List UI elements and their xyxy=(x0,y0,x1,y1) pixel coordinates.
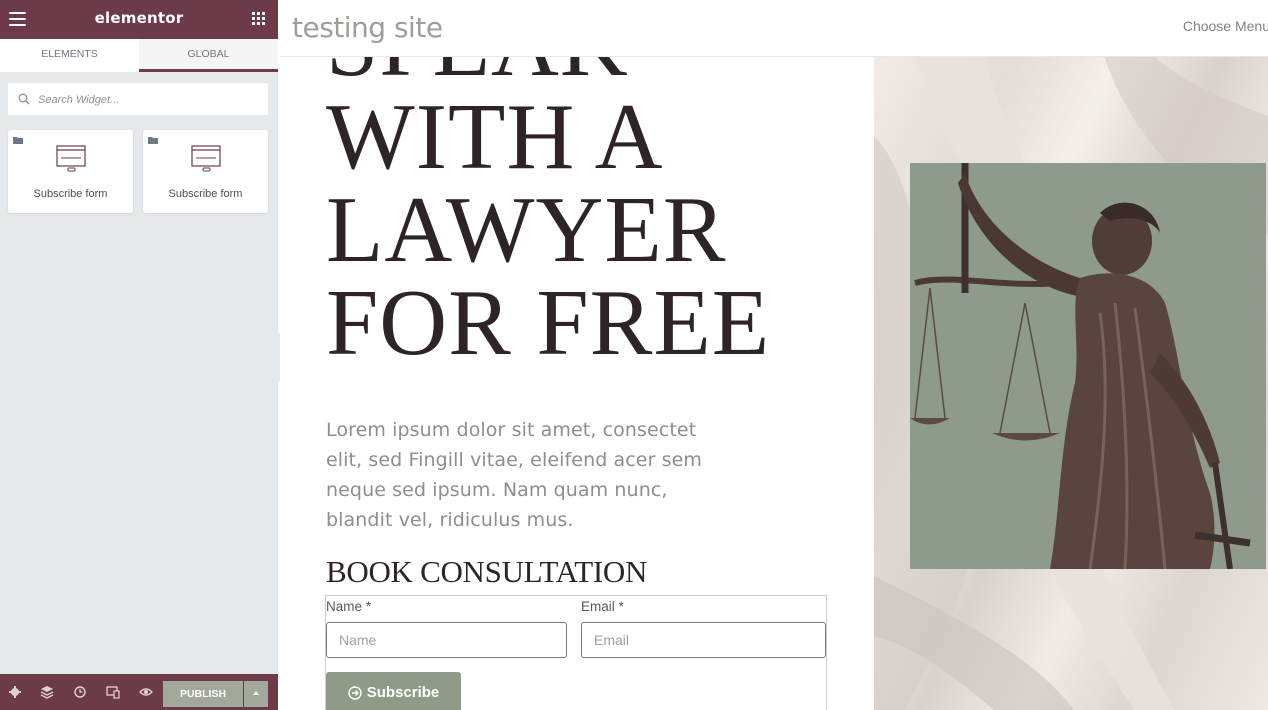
lady-justice-statue-image xyxy=(910,163,1266,569)
folder-icon xyxy=(13,137,23,144)
preview-icon[interactable] xyxy=(139,685,153,699)
search-icon xyxy=(18,93,30,105)
widget-label: Subscribe form xyxy=(168,188,243,200)
name-label: Name * xyxy=(326,599,371,614)
site-preview: testing site Choose Menu SPEAK WITH A LA… xyxy=(280,0,1268,710)
required-mark: * xyxy=(365,599,372,614)
form-icon xyxy=(56,145,86,172)
history-icon[interactable] xyxy=(73,685,87,699)
panel-footer: PUBLISH xyxy=(0,674,278,710)
responsive-icon[interactable] xyxy=(106,685,120,699)
tab-global[interactable]: GLOBAL xyxy=(139,39,278,72)
form-icon xyxy=(191,145,221,172)
email-field[interactable] xyxy=(581,622,826,658)
panel-tabs: ELEMENTS GLOBAL xyxy=(0,39,278,72)
elementor-logo: elementor xyxy=(94,9,184,27)
headline-line: LAWYER xyxy=(326,178,727,282)
choose-menu-link[interactable]: Choose Menu xyxy=(1183,18,1268,34)
folder-icon xyxy=(148,137,158,144)
site-title[interactable]: testing site xyxy=(292,11,443,44)
tab-elements[interactable]: ELEMENTS xyxy=(0,39,139,72)
editor-panel: elementor ELEMENTS GLOBAL Subscribe form xyxy=(0,0,278,710)
publish-button[interactable]: PUBLISH xyxy=(163,681,243,707)
widgets-grid-icon[interactable] xyxy=(252,12,265,25)
hero-image-area xyxy=(874,56,1268,710)
widget-search xyxy=(8,83,268,115)
hero-content: SPEAK WITH A LAWYER FOR FREE Lorem ipsum… xyxy=(280,0,874,710)
hero-body-text: Lorem ipsum dolor sit amet, consectet el… xyxy=(326,419,703,531)
name-field[interactable] xyxy=(326,622,567,658)
panel-header: elementor xyxy=(0,0,278,39)
widget-label: Subscribe form xyxy=(33,188,108,200)
name-label-text: Name xyxy=(326,599,363,614)
widget-subscribe-form[interactable]: Subscribe form xyxy=(143,130,268,213)
headline-line: WITH A xyxy=(326,85,664,189)
email-label: Email * xyxy=(581,599,624,614)
subscribe-label: Subscribe xyxy=(366,683,440,701)
publish-options-button[interactable] xyxy=(244,681,268,707)
book-consultation-heading: BOOK CONSULTATION xyxy=(326,554,648,589)
headline-line: FOR FREE xyxy=(326,271,771,375)
navigator-icon[interactable] xyxy=(40,685,54,699)
subscribe-form: Name * Email * Subscribe xyxy=(325,595,827,710)
arrow-circle-icon xyxy=(348,685,362,700)
site-header: testing site Choose Menu xyxy=(280,0,1268,57)
required-mark: * xyxy=(618,599,624,614)
email-label-text: Email xyxy=(581,599,615,614)
settings-icon[interactable] xyxy=(8,685,22,699)
search-input[interactable] xyxy=(36,89,265,111)
widget-subscribe-form[interactable]: Subscribe form xyxy=(8,130,133,213)
subscribe-button[interactable]: Subscribe xyxy=(326,672,461,710)
